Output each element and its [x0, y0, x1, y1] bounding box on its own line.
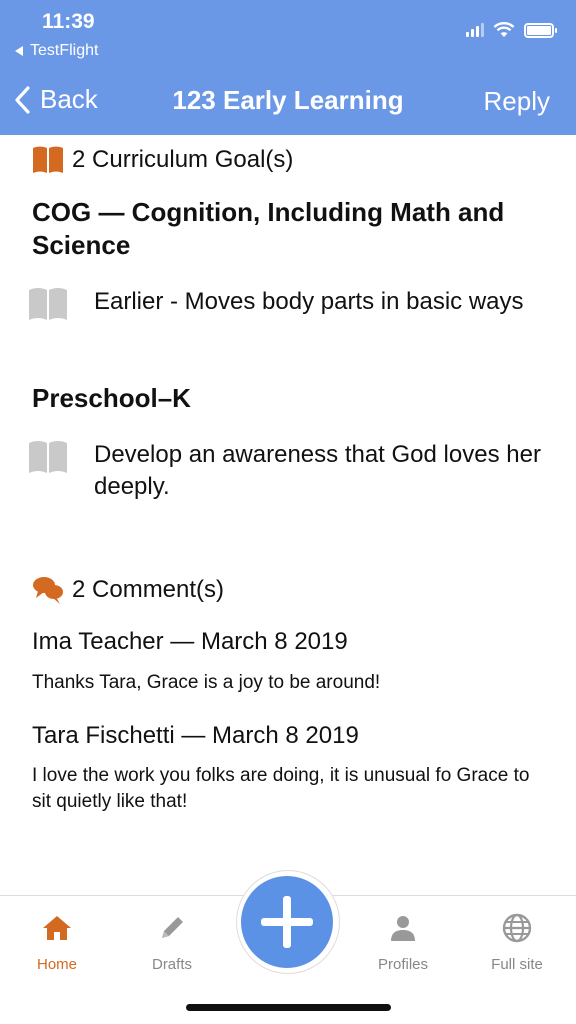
tab-profiles-label: Profiles	[377, 956, 429, 973]
reply-button[interactable]: Reply	[484, 86, 550, 117]
back-to-app[interactable]: TestFlight	[14, 42, 98, 60]
tab-full-site-label: Full site	[491, 956, 543, 973]
goal-heading-1: COG — Cognition, Including Math and Scie…	[32, 197, 505, 260]
tab-drafts[interactable]: Drafts	[122, 910, 222, 973]
comment-author-1: Ima Teacher — March 8 2019	[32, 628, 348, 655]
tab-home[interactable]: Home	[7, 910, 107, 973]
comments-icon	[33, 577, 63, 604]
home-icon	[43, 916, 71, 940]
book-icon	[33, 146, 63, 173]
tab-full-site[interactable]: Full site	[467, 910, 567, 973]
home-indicator	[186, 1004, 391, 1011]
status-icons	[466, 22, 557, 38]
status-time: 11:39	[42, 10, 95, 33]
comment-text-1: Thanks Tara, Grace is a joy to be around…	[32, 672, 381, 693]
signal-icon	[466, 23, 484, 37]
book-icon	[29, 288, 67, 320]
add-button[interactable]	[241, 876, 333, 968]
goal-item-1: Earlier - Moves body parts in basic ways	[28, 286, 548, 324]
back-app-label: TestFlight	[30, 42, 99, 59]
book-icon	[29, 441, 67, 473]
comments-count: 2 Comment(s)	[72, 576, 225, 603]
globe-icon	[502, 913, 532, 943]
goal-heading-2: Preschool–K	[32, 383, 191, 413]
goal-item-text: Earlier - Moves body parts in basic ways	[94, 288, 524, 315]
goal-item-2: Develop an awareness that God loves her …	[28, 439, 548, 503]
tab-home-label: Home	[36, 956, 77, 973]
comment-author-2: Tara Fischetti — March 8 2019	[32, 722, 359, 749]
goal-item-text: Develop an awareness that God loves her …	[94, 441, 541, 500]
comments-header: 2 Comment(s)	[32, 575, 224, 605]
person-icon	[391, 916, 415, 941]
header: 11:39 TestFlight Back 123 Early Learning…	[0, 0, 576, 135]
goals-header: 2 Curriculum Goal(s)	[32, 145, 293, 175]
app-screen: 11:39 TestFlight Back 123 Early Learning…	[0, 0, 576, 1024]
pencil-icon	[162, 917, 183, 938]
battery-icon	[524, 22, 557, 38]
wifi-icon	[493, 22, 515, 37]
tab-profiles[interactable]: Profiles	[353, 910, 453, 973]
comment-text-2: I love the work you folks are doing, it …	[32, 765, 530, 812]
goals-count: 2 Curriculum Goal(s)	[72, 146, 294, 173]
plus-icon	[261, 896, 313, 948]
tab-drafts-label: Drafts	[151, 956, 192, 973]
back-triangle-icon	[15, 46, 23, 56]
